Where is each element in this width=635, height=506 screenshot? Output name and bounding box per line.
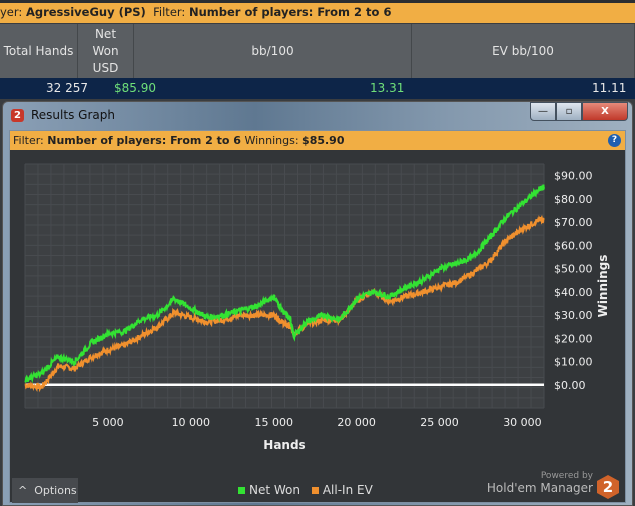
col-bb100[interactable]: bb/100 bbox=[134, 24, 412, 78]
y-tick-label: $50.00 bbox=[554, 263, 593, 276]
stats-table-header: Total Hands Net Won USD bb/100 EV bb/100 bbox=[0, 24, 635, 78]
brand-name: Hold'em Manager bbox=[486, 481, 593, 495]
net-won: $85.90 bbox=[114, 81, 156, 95]
x-tick-label: 25 000 bbox=[420, 416, 459, 429]
col-net-won[interactable]: Net Won USD bbox=[78, 24, 134, 78]
legend-net-won: Net Won bbox=[249, 483, 300, 497]
results-graph-window: 2 Results Graph — ▫ X Filter: Number of … bbox=[2, 101, 633, 506]
filter-label: Filter: bbox=[153, 5, 186, 19]
y-tick-label: $80.00 bbox=[554, 193, 593, 206]
powered-by-label: Powered by bbox=[540, 471, 593, 481]
results-chart: $0.00 $10.00 $20.00 $30.00 $40.00 $50.00 $60.0… bbox=[24, 163, 610, 452]
maximize-button[interactable]: ▫ bbox=[556, 102, 582, 121]
x-tick-label: 5 000 bbox=[92, 416, 124, 429]
filter-value: Number of players: From 2 to 6 bbox=[188, 5, 392, 19]
options-button[interactable]: ^ Options bbox=[12, 478, 78, 503]
player-label: yer: bbox=[0, 5, 23, 19]
y-tick-label: $90.00 bbox=[554, 170, 593, 183]
graph-panel: Filter: Number of players: From 2 to 6 W… bbox=[9, 130, 626, 503]
chevron-up-icon: ^ bbox=[18, 484, 28, 497]
y-axis-label: Winnings bbox=[596, 255, 610, 318]
player-name: AgressiveGuy (PS) bbox=[25, 5, 146, 19]
y-tick-label: $30.00 bbox=[554, 309, 593, 322]
y-tick-label: $20.00 bbox=[554, 332, 593, 345]
minimize-button[interactable]: — bbox=[530, 102, 556, 121]
y-tick-label: $10.00 bbox=[554, 356, 593, 369]
close-button[interactable]: X bbox=[582, 102, 628, 121]
options-label: Options bbox=[34, 484, 77, 497]
table-row[interactable]: 32 257 $85.90 13.31 11.11 bbox=[0, 78, 635, 99]
window-title: Results Graph bbox=[31, 108, 115, 122]
all-in-ev-swatch bbox=[311, 486, 319, 494]
x-tick-label: 20 000 bbox=[337, 416, 376, 429]
net-won-swatch bbox=[238, 486, 245, 494]
main-filter-bar: yer: AgressiveGuy (PS) Filter: Number of… bbox=[0, 3, 635, 23]
x-tick-label: 30 000 bbox=[503, 416, 542, 429]
legend-all-in-ev: All-In EV bbox=[322, 483, 373, 497]
y-tick-label: $0.00 bbox=[554, 379, 586, 392]
x-tick-label: 15 000 bbox=[254, 416, 293, 429]
y-tick-label: $70.00 bbox=[554, 216, 593, 229]
col-ev-bb100[interactable]: EV bb/100 bbox=[412, 24, 635, 78]
ev-bb100: 11.11 bbox=[592, 81, 627, 95]
chart-legend: Net Won All-In EV bbox=[238, 483, 373, 497]
app-icon: 2 bbox=[11, 109, 24, 122]
hm2-logo: 2 bbox=[597, 475, 619, 499]
col-total-hands[interactable]: Total Hands bbox=[0, 24, 78, 78]
total-hands: 32 257 bbox=[46, 81, 88, 95]
powered-by: Powered by Hold'em Manager bbox=[487, 471, 593, 495]
x-tick-label: 10 000 bbox=[172, 416, 211, 429]
y-tick-label: $40.00 bbox=[554, 286, 593, 299]
y-tick-label: $60.00 bbox=[554, 239, 593, 252]
x-axis-label: Hands bbox=[263, 438, 305, 452]
bb100: 13.31 bbox=[370, 81, 405, 95]
